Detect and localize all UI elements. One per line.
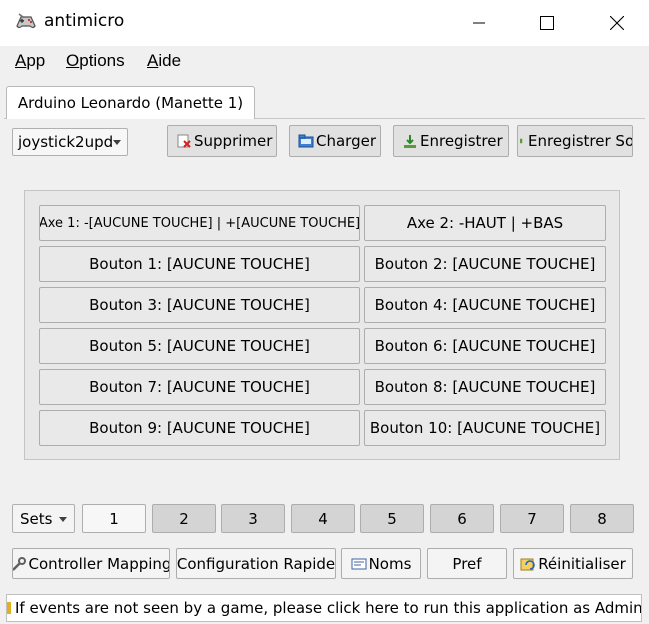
reset-icon	[520, 558, 535, 570]
names-button[interactable]: Noms	[341, 548, 421, 579]
menu-app[interactable]: App	[15, 51, 45, 71]
names-label: Noms	[368, 554, 412, 573]
window-title: antimicro	[44, 11, 125, 31]
title-bar: antimicro	[0, 0, 649, 46]
folder-icon	[298, 134, 314, 148]
menu-aide-rest: ide	[158, 51, 182, 70]
reset-label: Réinitialiser	[538, 554, 626, 573]
delete-label: Supprimer	[194, 132, 273, 150]
menu-aide[interactable]: Aide	[147, 51, 181, 71]
button-6[interactable]: Bouton 6: [AUCUNE TOUCHE]	[364, 328, 606, 364]
button-7[interactable]: Bouton 7: [AUCUNE TOUCHE]	[39, 369, 360, 405]
admin-status-bar[interactable]: If events are not seen by a game, please…	[6, 594, 642, 622]
tab-controller[interactable]: Arduino Leonardo (Manette 1)	[6, 86, 255, 119]
gamepad-icon	[14, 12, 38, 32]
button-10[interactable]: Bouton 10: [AUCUNE TOUCHE]	[364, 410, 606, 446]
profile-combo-value: joystick2upd	[18, 133, 114, 151]
chevron-down-icon	[113, 140, 121, 145]
set-button-6[interactable]: 6	[430, 504, 494, 533]
button-2[interactable]: Bouton 2: [AUCUNE TOUCHE]	[364, 246, 606, 282]
set-button-4[interactable]: 4	[291, 504, 355, 533]
set-button-5[interactable]: 5	[360, 504, 424, 533]
button-5[interactable]: Bouton 5: [AUCUNE TOUCHE]	[39, 328, 360, 364]
button-1[interactable]: Bouton 1: [AUCUNE TOUCHE]	[39, 246, 360, 282]
save-label: Enregistrer	[420, 132, 503, 150]
axis-2-button[interactable]: Axe 2: -HAUT | +BAS	[364, 205, 606, 241]
menu-options-mnemonic: O	[66, 51, 80, 70]
save-as-button[interactable]: Enregistrer Sou	[517, 125, 633, 157]
minimize-icon	[473, 22, 485, 24]
save-as-label: Enregistrer Sou	[528, 132, 633, 150]
controller-mapping-button[interactable]: Controller Mapping	[12, 548, 170, 579]
load-label: Charger	[316, 132, 376, 150]
sets-combo-label: Sets	[20, 509, 53, 528]
sets-combo[interactable]: Sets	[12, 504, 75, 533]
save-button[interactable]: Enregistrer	[393, 125, 509, 157]
maximize-button[interactable]	[524, 0, 570, 46]
button-3[interactable]: Bouton 3: [AUCUNE TOUCHE]	[39, 287, 360, 323]
set-button-8[interactable]: 8	[570, 504, 634, 533]
delete-button[interactable]: Supprimer	[167, 125, 277, 157]
wrench-icon	[13, 556, 26, 571]
profile-combo[interactable]: joystick2upd	[12, 128, 128, 156]
button-4[interactable]: Bouton 4: [AUCUNE TOUCHE]	[364, 287, 606, 323]
shield-icon	[7, 602, 11, 614]
menu-aide-mnemonic: A	[147, 51, 159, 70]
set-button-1[interactable]: 1	[82, 504, 146, 533]
maximize-icon	[540, 16, 554, 30]
chevron-down-icon	[59, 517, 67, 522]
button-8[interactable]: Bouton 8: [AUCUNE TOUCHE]	[364, 369, 606, 405]
pref-button[interactable]: Pref	[427, 548, 507, 579]
save-as-icon	[520, 138, 523, 144]
close-button[interactable]	[594, 0, 640, 46]
delete-icon	[177, 134, 191, 148]
button-9[interactable]: Bouton 9: [AUCUNE TOUCHE]	[39, 410, 360, 446]
names-icon	[351, 558, 367, 569]
menu-app-rest: pp	[26, 51, 46, 70]
axis-1-button[interactable]: Axe 1: -[AUCUNE TOUCHE] | +[AUCUNE TOUCH…	[39, 205, 360, 241]
admin-status-text: If events are not seen by a game, please…	[15, 599, 642, 617]
menu-options[interactable]: Options	[66, 51, 125, 71]
quick-config-button[interactable]: Configuration Rapide	[176, 548, 336, 579]
set-button-2[interactable]: 2	[152, 504, 216, 533]
load-button[interactable]: Charger	[289, 125, 381, 157]
app-window: antimicro App Options Aide Arduino Leona…	[0, 0, 649, 624]
menu-bar: App Options Aide	[0, 46, 649, 76]
controller-mapping-label: Controller Mapping	[28, 554, 170, 573]
close-icon	[610, 16, 624, 30]
menu-app-mnemonic: A	[15, 51, 27, 70]
set-button-3[interactable]: 3	[221, 504, 285, 533]
menu-options-rest: ptions	[79, 51, 125, 70]
save-icon	[404, 135, 416, 148]
set-button-7[interactable]: 7	[500, 504, 564, 533]
reset-button[interactable]: Réinitialiser	[513, 548, 633, 579]
minimize-button[interactable]	[456, 0, 502, 46]
